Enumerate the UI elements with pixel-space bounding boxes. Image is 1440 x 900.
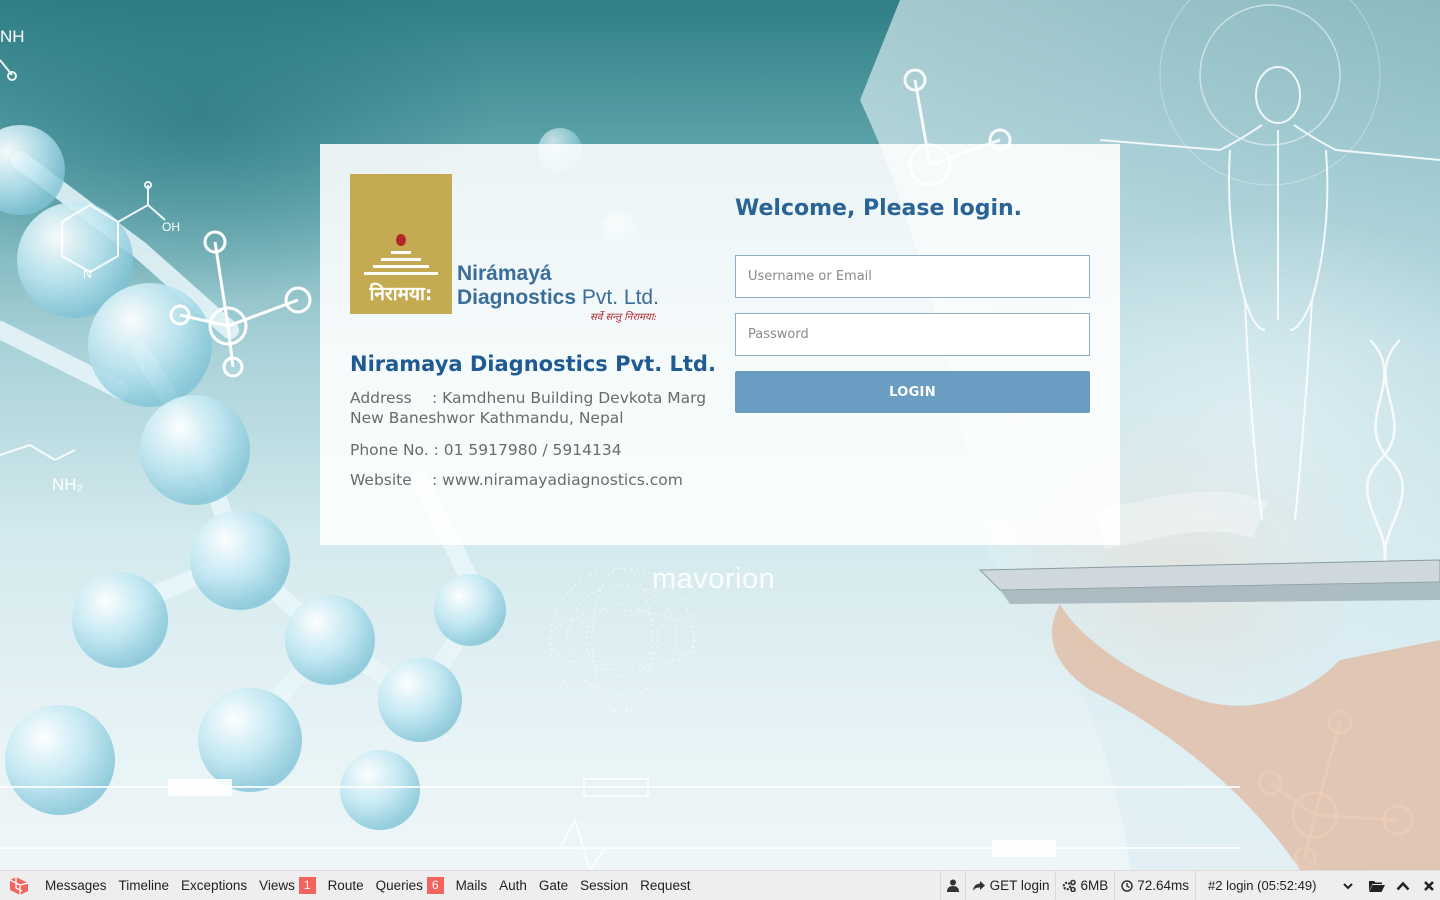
logo-name-line2: Diagnostics Pvt. Ltd.	[457, 286, 659, 310]
company-logo: निरामया: Nirámayá Diagnostics Pvt. Ltd. …	[350, 174, 690, 324]
address-line1: : Kamdhenu Building Devkota Marg	[432, 389, 707, 407]
request-history-select[interactable]: #2 login (05:52:49)	[1204, 874, 1356, 897]
cogs-icon	[1063, 879, 1077, 892]
login-button[interactable]: LOGIN	[735, 371, 1090, 413]
molecule-label-nh: NH	[0, 27, 25, 46]
tab-label: Request	[640, 878, 691, 893]
debugbar-right: GET login 6MB 72.64ms #2 login (05:52:49…	[939, 871, 1440, 900]
tab-label: Exceptions	[181, 878, 248, 893]
molecule-label-oh: OH	[162, 220, 180, 234]
tab-label: Views	[259, 878, 295, 893]
logo-suffix: Pvt. Ltd.	[581, 286, 659, 309]
tab-timeline[interactable]: Timeline	[113, 871, 176, 900]
logo-hindi-text: निरामया:	[369, 283, 433, 305]
folder-open-icon	[1369, 880, 1385, 892]
logo-bindi-dot	[396, 234, 406, 246]
company-website: Website : www.niramayadiagnostics.com	[350, 470, 710, 490]
tab-session[interactable]: Session	[574, 871, 634, 900]
share-icon	[972, 880, 985, 891]
debugbar-tabs: Messages Timeline Exceptions Views 1 Rout…	[39, 871, 696, 900]
open-button[interactable]	[1366, 871, 1388, 900]
login-card: निरामया: Nirámayá Diagnostics Pvt. Ltd. …	[320, 144, 1120, 545]
company-phone: Phone No. : 01 5917980 / 5914134	[350, 440, 710, 460]
tab-label: Mails	[455, 878, 488, 893]
tab-messages[interactable]: Messages	[39, 871, 113, 900]
tab-request[interactable]: Request	[634, 871, 696, 900]
close-button[interactable]	[1418, 871, 1440, 900]
tab-label: Gate	[538, 878, 569, 893]
company-name: Niramaya Diagnostics Pvt. Ltd.	[350, 352, 716, 376]
tab-label: Queries	[375, 878, 423, 893]
tab-route[interactable]: Route	[322, 871, 370, 900]
molecule-label-n: N	[83, 267, 92, 281]
tab-views[interactable]: Views 1	[253, 871, 321, 900]
tab-label: Auth	[499, 878, 527, 893]
views-count-badge: 1	[298, 877, 316, 894]
tab-exceptions[interactable]: Exceptions	[175, 871, 253, 900]
username-input[interactable]	[735, 255, 1090, 298]
laravel-logo-icon[interactable]	[8, 876, 30, 896]
tab-label: Timeline	[118, 878, 170, 893]
request-indicator[interactable]: GET login	[964, 871, 1056, 900]
memory-indicator[interactable]: 6MB	[1055, 871, 1114, 900]
logo-tagline: सर्वे सन्तु निरामया:	[590, 312, 657, 323]
request-label: GET login	[989, 878, 1050, 893]
user-indicator[interactable]	[939, 871, 965, 900]
mavorion-watermark: mavorion	[652, 563, 776, 595]
phone-label: Phone No.	[350, 441, 429, 459]
logo-emblem: निरामया:	[350, 174, 452, 314]
tab-auth[interactable]: Auth	[493, 871, 533, 900]
login-heading: Welcome, Please login.	[735, 196, 1023, 221]
logo-name-text: Nirámayá	[457, 262, 552, 285]
memory-value: 6MB	[1080, 878, 1109, 893]
tab-queries[interactable]: Queries 6	[370, 871, 450, 900]
close-icon	[1424, 880, 1434, 891]
queries-count-badge: 6	[426, 877, 444, 894]
logo-name-diagnostics: Diagnostics	[457, 286, 577, 309]
clock-icon	[1121, 879, 1133, 892]
password-input[interactable]	[735, 313, 1090, 356]
debugbar: Messages Timeline Exceptions Views 1 Rout…	[0, 870, 1440, 900]
molecule-label-nh2: NH₂	[52, 475, 83, 494]
website-value: : www.niramayadiagnostics.com	[432, 471, 683, 489]
tab-mails[interactable]: Mails	[450, 871, 494, 900]
company-address: Address: Kamdhenu Building Devkota Marg …	[350, 388, 710, 428]
tab-gate[interactable]: Gate	[533, 871, 574, 900]
chevron-up-icon	[1396, 881, 1410, 890]
tab-label: Route	[327, 878, 364, 893]
phone-value: : 01 5917980 / 5914134	[433, 441, 622, 459]
address-line2: New Baneshwor Kathmandu, Nepal	[350, 409, 624, 427]
request-select-wrap: #2 login (05:52:49)	[1195, 871, 1440, 900]
tab-label: Messages	[45, 878, 107, 893]
time-indicator[interactable]: 72.64ms	[1114, 871, 1195, 900]
user-icon	[946, 879, 959, 892]
tab-label: Session	[580, 878, 629, 893]
address-label: Address	[350, 389, 412, 407]
maximize-button[interactable]	[1392, 871, 1414, 900]
time-value: 72.64ms	[1137, 878, 1189, 893]
website-label: Website	[350, 471, 412, 489]
